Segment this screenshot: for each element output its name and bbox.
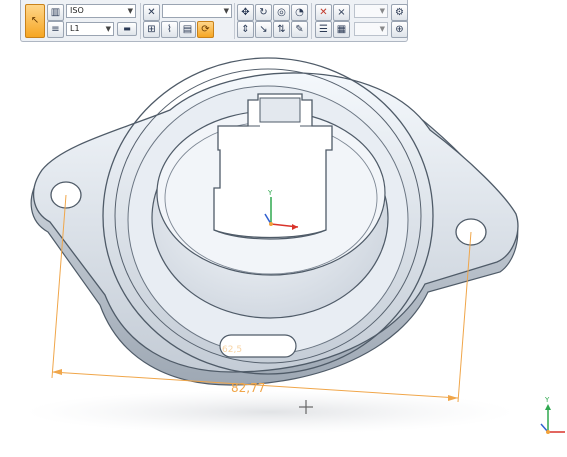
fit-view-icon[interactable]: ◔: [291, 4, 308, 21]
chevron-down-icon: ▼: [379, 7, 385, 15]
delete-icon[interactable]: ✕: [315, 4, 332, 21]
bar-chart-icon[interactable]: ▥: [47, 4, 64, 21]
hatch-icon[interactable]: ▤: [179, 21, 196, 38]
dimension-value[interactable]: 82,77: [231, 381, 265, 395]
tab-inner-face: [259, 97, 301, 123]
layer-select[interactable]: L1 ▼: [66, 22, 114, 36]
view-triad-icon[interactable]: Y: [540, 396, 565, 434]
measure-icon[interactable]: ⇕: [237, 21, 254, 38]
chevron-down-icon: ▼: [379, 25, 385, 33]
rotate-icon[interactable]: ↻: [255, 4, 272, 21]
chevron-down-icon: ▼: [105, 25, 111, 33]
snap-icon[interactable]: ✕: [143, 4, 160, 21]
zoom-icon[interactable]: ◎: [273, 4, 290, 21]
align-icon[interactable]: ⇅: [273, 21, 290, 38]
layer-select-value: L1: [70, 24, 80, 33]
line-style-icon[interactable]: ⌇: [161, 21, 178, 38]
3d-viewport[interactable]: 82,77 62,5 Y Y: [0, 0, 567, 453]
options-icon[interactable]: ⊕: [391, 21, 408, 38]
style-select-2[interactable]: ▼: [354, 4, 388, 18]
section-icon[interactable]: ↘: [255, 21, 272, 38]
color-swatch-icon[interactable]: ▬: [117, 22, 137, 36]
grid-icon[interactable]: ⊞: [143, 21, 160, 38]
close-icon[interactable]: ×: [333, 4, 350, 21]
edit-icon[interactable]: ✎: [291, 21, 308, 38]
properties-icon[interactable]: ▦: [333, 21, 350, 38]
list-view-icon[interactable]: ☰: [315, 21, 332, 38]
view-select-value: ISO: [70, 6, 84, 15]
style-select-1[interactable]: ▼: [162, 4, 232, 18]
style-select-3[interactable]: ▼: [354, 22, 388, 36]
main-toolbar: ↖ ▥ ≡ ISO ▼ L1 ▼ ▬ ✕ ⊞ ⌇ ▼ ▤ ⟳ ✥ ↻ ◎ ◔ ⇕…: [20, 0, 408, 42]
chevron-down-icon: ▼: [127, 7, 133, 15]
list-icon[interactable]: ≡: [47, 21, 64, 38]
model-canvas[interactable]: 82,77 62,5 Y Y: [0, 0, 567, 453]
pan-icon[interactable]: ✥: [237, 4, 254, 21]
active-tool-icon[interactable]: ⟳: [197, 21, 214, 38]
svg-text:Y: Y: [544, 396, 550, 404]
chevron-down-icon: ▼: [223, 7, 229, 15]
select-cursor-icon[interactable]: ↖: [25, 4, 45, 38]
hidden-dimension-value: 62,5: [222, 345, 242, 355]
dim-arrow-left: [52, 369, 62, 375]
view-select[interactable]: ISO ▼: [66, 4, 136, 18]
svg-text:Y: Y: [267, 189, 273, 197]
settings-icon[interactable]: ⚙: [391, 4, 408, 21]
close-label: ×: [337, 7, 346, 18]
